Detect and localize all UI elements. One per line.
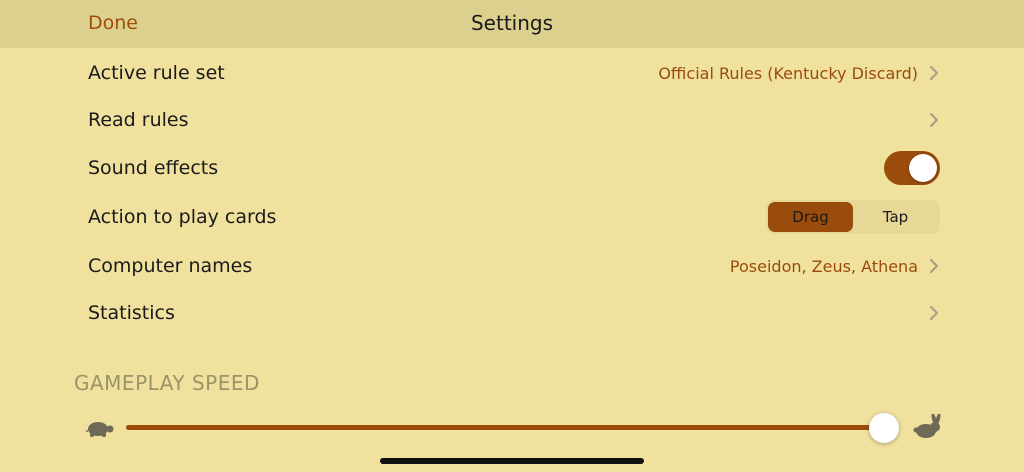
gameplay-speed-slider-row	[84, 410, 944, 446]
row-label: Computer names	[88, 255, 253, 277]
play-action-segmented-control: Drag Tap	[766, 200, 940, 234]
computer-names-value: Poseidon, Zeus, Athena	[729, 256, 918, 276]
row-label: Action to play cards	[88, 206, 277, 228]
rabbit-icon	[913, 414, 941, 438]
settings-row-sound-effects: Sound effects	[88, 144, 940, 192]
navigation-bar: Done Settings	[0, 0, 1024, 48]
chevron-right-icon	[930, 259, 938, 273]
turtle-icon	[85, 422, 114, 437]
home-indicator	[380, 458, 644, 464]
row-label: Sound effects	[88, 157, 219, 179]
chevron-right-icon	[930, 306, 938, 320]
settings-row-active-rule-set[interactable]: Active rule set Official Rules (Kentucky…	[88, 49, 940, 97]
row-label: Statistics	[88, 302, 175, 324]
page-title: Settings	[470, 11, 554, 35]
chevron-right-icon	[930, 66, 938, 80]
gameplay-speed-header: GAMEPLAY SPEED	[74, 371, 260, 395]
chevron-right-icon	[930, 113, 938, 127]
toggle-knob	[909, 154, 937, 182]
settings-row-action-to-play-cards: Action to play cards Drag Tap	[88, 193, 940, 241]
active-rule-set-value: Official Rules (Kentucky Discard)	[658, 63, 918, 83]
segment-drag[interactable]: Drag	[768, 202, 853, 232]
row-label: Read rules	[88, 109, 189, 131]
gameplay-speed-slider[interactable]	[126, 413, 899, 443]
settings-row-computer-names[interactable]: Computer names Poseidon, Zeus, Athena	[88, 242, 940, 290]
settings-row-read-rules[interactable]: Read rules	[88, 96, 940, 144]
slider-thumb[interactable]	[869, 413, 899, 443]
row-label: Active rule set	[88, 62, 225, 84]
slider-fill	[126, 425, 884, 430]
settings-row-statistics[interactable]: Statistics	[88, 289, 940, 337]
segment-tap[interactable]: Tap	[853, 202, 938, 232]
sound-effects-toggle[interactable]	[884, 151, 940, 185]
